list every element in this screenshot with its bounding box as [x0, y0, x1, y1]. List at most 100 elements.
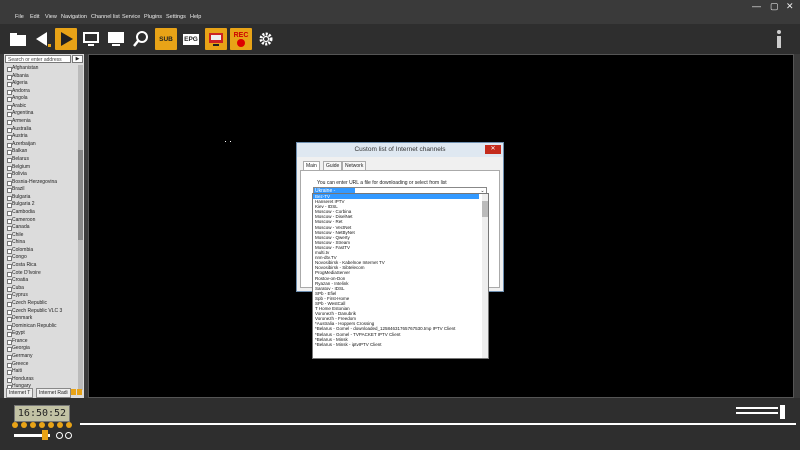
tab-internet-radio[interactable]: Internet Radi: [36, 388, 71, 398]
next-icon[interactable]: [48, 422, 54, 428]
channel-item[interactable]: Afghanistan: [6, 65, 77, 73]
maximize-button[interactable]: ▢: [770, 1, 779, 11]
screen-button[interactable]: [80, 28, 102, 50]
menu-help[interactable]: Help: [190, 14, 201, 20]
menu-service[interactable]: Service: [122, 14, 140, 20]
tab-internet-tv[interactable]: Internet T: [6, 388, 34, 398]
menu-plugins[interactable]: Plugins: [144, 14, 162, 20]
channel-item[interactable]: Andorra: [6, 88, 77, 96]
volume-handle[interactable]: [42, 430, 48, 440]
channel-item[interactable]: Bulgaria 2: [6, 201, 77, 209]
channel-item[interactable]: Cyprus: [6, 292, 77, 300]
minimize-button[interactable]: —: [752, 1, 761, 11]
search-button[interactable]: [130, 28, 152, 50]
menu-edit[interactable]: Edit: [30, 14, 39, 20]
channel-source-dropdown: Bez-TV Hanseret IPTV Kiev - IDSL Moscow - C…: [312, 193, 489, 359]
search-go-button[interactable]: ▶: [72, 55, 83, 63]
channel-item[interactable]: Egypt: [6, 330, 77, 338]
channel-item[interactable]: Georgia: [6, 345, 77, 353]
channel-item[interactable]: Belarus: [6, 156, 77, 164]
subtitle-label: SUB: [159, 35, 173, 43]
stop-icon[interactable]: [12, 422, 18, 428]
channel-item[interactable]: Canada: [6, 224, 77, 232]
dialog-close-button[interactable]: ✕: [485, 145, 501, 154]
play-small-icon[interactable]: [30, 422, 36, 428]
channel-item[interactable]: Austria: [6, 133, 77, 141]
record-button[interactable]: REC: [230, 28, 252, 50]
seek-bar[interactable]: [80, 423, 796, 425]
subtitle-button[interactable]: SUB: [155, 28, 177, 50]
channel-item[interactable]: Chile: [6, 232, 77, 240]
channel-item[interactable]: Greece: [6, 361, 77, 369]
dropdown-scrollbar-thumb[interactable]: [482, 201, 488, 217]
channel-item[interactable]: Germany: [6, 353, 77, 361]
channel-item[interactable]: Albania: [6, 73, 77, 81]
channel-item[interactable]: Congo: [6, 254, 77, 262]
channel-item[interactable]: Dominican Republic: [6, 323, 77, 331]
display-button[interactable]: [105, 28, 127, 50]
channel-list: Afghanistan Albania Algeria Andorra Angola Ar…: [6, 65, 77, 390]
record-small-icon[interactable]: [57, 422, 63, 428]
menu-navigation[interactable]: Navigation: [61, 14, 87, 20]
rewind-icon[interactable]: [21, 422, 27, 428]
channel-item[interactable]: Belgium: [6, 164, 77, 172]
play-button[interactable]: [55, 28, 77, 50]
channel-item[interactable]: Balkan: [6, 148, 77, 156]
channel-item[interactable]: Brazil: [6, 186, 77, 194]
tab-next-icon[interactable]: [77, 389, 82, 395]
channel-item[interactable]: Armenia: [6, 118, 77, 126]
channel-item[interactable]: Cameroon: [6, 217, 77, 225]
menu-file[interactable]: File: [15, 14, 24, 20]
channel-item[interactable]: Czech Republic: [6, 300, 77, 308]
eq-handle[interactable]: [780, 405, 785, 419]
play-icon: [61, 32, 73, 46]
channel-item[interactable]: France: [6, 338, 77, 346]
eject-icon[interactable]: [66, 422, 72, 428]
channel-item[interactable]: Croatia: [6, 277, 77, 285]
channel-item[interactable]: Colombia: [6, 247, 77, 255]
channel-item[interactable]: Cuba: [6, 285, 77, 293]
channel-item[interactable]: Arabic: [6, 103, 77, 111]
search-input[interactable]: Search or enter address: [5, 55, 71, 63]
menu-settings[interactable]: Settings: [166, 14, 186, 20]
channel-item[interactable]: Angola: [6, 95, 77, 103]
info-button[interactable]: [768, 28, 790, 50]
channel-item[interactable]: Bosnia-Herzegovina: [6, 179, 77, 187]
channel-item[interactable]: Algeria: [6, 80, 77, 88]
channel-item[interactable]: Czech Republic VLC 3: [6, 308, 77, 316]
channel-item[interactable]: Bolivia: [6, 171, 77, 179]
channel-item[interactable]: Haiti: [6, 368, 77, 376]
epg-button[interactable]: EPG: [180, 28, 202, 50]
eq-bar: [736, 412, 778, 414]
channel-item[interactable]: China: [6, 239, 77, 247]
channel-item[interactable]: Azerbaijan: [6, 141, 77, 149]
channel-item[interactable]: Bulgaria: [6, 194, 77, 202]
recording-list-button[interactable]: [205, 28, 227, 50]
dropdown-list: Bez-TV Hanseret IPTV Kiev - IDSL Moscow - C…: [313, 194, 488, 347]
menu-view[interactable]: View: [45, 14, 57, 20]
close-button[interactable]: ✕: [786, 1, 794, 11]
forward-icon[interactable]: [39, 422, 45, 428]
channel-item[interactable]: Honduras: [6, 376, 77, 384]
channel-item[interactable]: Cambodia: [6, 209, 77, 217]
title-bar: — ▢ ✕: [0, 0, 800, 12]
channel-item[interactable]: Cote D'Ivoire: [6, 270, 77, 278]
back-button[interactable]: [31, 28, 53, 50]
channel-item[interactable]: Denmark: [6, 315, 77, 323]
mute-icon[interactable]: [56, 432, 63, 439]
channel-item[interactable]: Costa Rica: [6, 262, 77, 270]
eq-bar: [736, 407, 778, 409]
channel-item[interactable]: Australia: [6, 126, 77, 134]
channel-scrollbar-thumb[interactable]: [78, 150, 83, 240]
sidebar-tabs: Internet T Internet Radi: [4, 388, 84, 398]
channel-item[interactable]: Argentina: [6, 110, 77, 118]
equalizer[interactable]: [736, 405, 785, 419]
audio-icon[interactable]: [65, 432, 72, 439]
settings-button[interactable]: [255, 28, 277, 50]
menu-channel-list[interactable]: Channel list: [91, 14, 120, 20]
tab-prev-icon[interactable]: [71, 389, 76, 395]
dropdown-scrollbar[interactable]: [482, 194, 488, 358]
video-dot: [230, 141, 231, 142]
open-folder-button[interactable]: [7, 28, 29, 50]
dropdown-option[interactable]: *Belarus - Minsk - iptvIPTV Client: [313, 342, 488, 347]
